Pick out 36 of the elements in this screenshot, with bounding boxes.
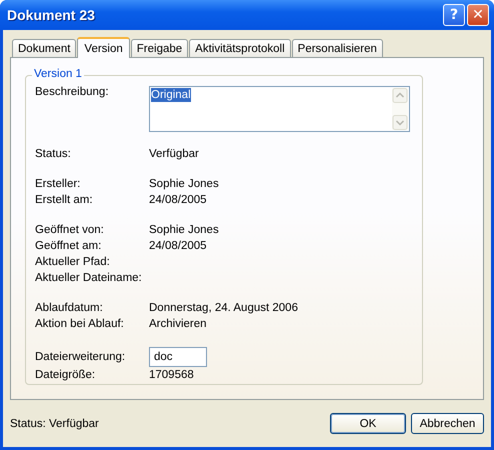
field-label: Aktueller Pfad: <box>35 256 111 268</box>
field-label: Dateigröße: <box>35 369 96 381</box>
field-value: Archivieren <box>149 318 207 330</box>
group-title: Version 1 <box>32 68 84 80</box>
scroll-up-icon[interactable] <box>392 88 408 103</box>
dialog-button[interactable]: OK <box>330 413 406 434</box>
field-label: Dateierweiterung: <box>35 350 126 362</box>
field-label: Geöffnet von: <box>35 224 105 236</box>
tab[interactable]: Personalisieren <box>292 39 383 57</box>
field-label: Ersteller: <box>35 178 82 190</box>
status-text: Status: Verfügbar <box>10 418 99 430</box>
field-value: Verfügbar <box>149 148 199 160</box>
field-value: Sophie Jones <box>149 224 219 236</box>
field-value: Donnerstag, 24. August 2006 <box>149 302 298 314</box>
scroll-down-icon[interactable] <box>392 115 408 130</box>
field-label: Geöffnet am: <box>35 240 102 252</box>
tab[interactable]: Version <box>77 37 130 58</box>
field-label: Aktueller Dateiname: <box>35 272 143 284</box>
field-label: Status: <box>35 148 72 160</box>
window-title: Dokument 23 <box>7 7 95 23</box>
field-label: Erstellt am: <box>35 194 94 206</box>
tab[interactable]: Aktivitätsprotokoll <box>189 39 291 57</box>
field-value: Sophie Jones <box>149 178 219 190</box>
description-field[interactable]: Original <box>149 86 410 132</box>
input-field[interactable]: doc <box>149 346 207 366</box>
dialog-button[interactable]: Abbrechen <box>411 413 484 434</box>
field-text: Original <box>151 88 191 102</box>
field-value: 1709568 <box>149 369 194 381</box>
field-label: Aktion bei Ablauf: <box>35 318 125 330</box>
field-label: Ablaufdatum: <box>35 302 104 314</box>
field-value: 24/08/2005 <box>149 240 207 252</box>
field-value: 24/08/2005 <box>149 194 207 206</box>
tab[interactable]: Dokument <box>12 39 76 57</box>
tab[interactable]: Freigabe <box>130 39 188 57</box>
scrollbar[interactable] <box>392 88 408 130</box>
field-label: Beschreibung: <box>35 86 110 98</box>
